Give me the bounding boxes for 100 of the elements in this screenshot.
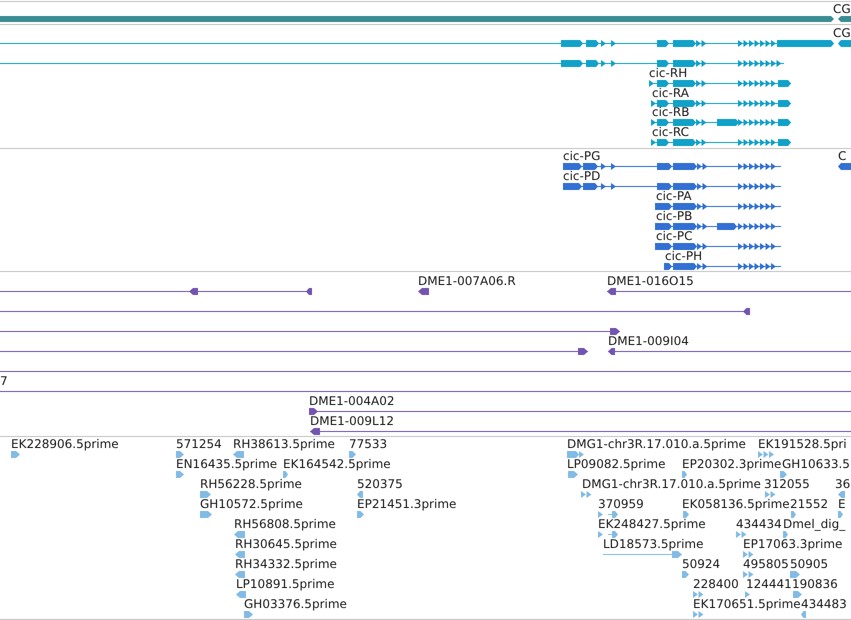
clone-feature[interactable] — [0, 328, 620, 335]
clone-feature[interactable] — [0, 368, 851, 375]
est-feature[interactable] — [743, 571, 756, 578]
transcript-feature[interactable] — [651, 139, 791, 146]
est-feature[interactable] — [736, 531, 748, 538]
est-feature[interactable] — [603, 551, 682, 558]
est-feature[interactable] — [682, 571, 689, 578]
feature-label: 21552 — [790, 497, 828, 511]
feature-label: DME1-007A06.R — [418, 274, 516, 288]
feature-label: EP21451.3prime — [357, 497, 456, 511]
protein-feature[interactable] — [838, 163, 851, 170]
feature-label: 370959 — [598, 497, 644, 511]
clone-feature[interactable] — [0, 348, 588, 355]
feature-label: DME1-004A02 — [309, 394, 395, 408]
feature-label: LP10891.5prime — [236, 577, 335, 591]
est-feature[interactable] — [581, 491, 593, 498]
clone-feature[interactable] — [309, 408, 851, 415]
est-feature[interactable] — [780, 471, 787, 478]
feature-label: DMG1-chr3R.17.010.a.5prime — [582, 477, 761, 491]
clone-feature[interactable] — [607, 288, 851, 295]
feature-label: EK058136.5prime — [682, 497, 790, 511]
est-feature[interactable] — [176, 471, 184, 478]
protein-feature[interactable] — [664, 263, 781, 270]
est-feature[interactable] — [200, 511, 212, 518]
est-feature[interactable] — [233, 451, 244, 458]
est-feature[interactable] — [244, 611, 253, 618]
protein-feature[interactable] — [563, 183, 781, 190]
feature-label: EN16435.5prime — [176, 457, 278, 471]
protein-feature[interactable] — [563, 163, 781, 170]
est-feature[interactable] — [349, 451, 356, 458]
gene-feature[interactable] — [838, 16, 851, 22]
clone-feature[interactable] — [0, 308, 750, 315]
feature-label: cic-PG — [563, 149, 600, 163]
est-feature[interactable] — [683, 511, 689, 518]
est-feature[interactable] — [598, 511, 618, 518]
feature-label: LD18573.5prime — [603, 537, 704, 551]
clone-feature[interactable] — [0, 388, 851, 395]
feature-label: cic-RH — [649, 66, 688, 80]
est-feature[interactable] — [11, 451, 20, 458]
est-feature[interactable] — [758, 451, 776, 458]
feature-label: 495805 — [743, 557, 789, 571]
feature-label: DME1-009I04 — [608, 334, 689, 348]
transcript-feature[interactable] — [651, 100, 791, 107]
clone-feature[interactable] — [608, 348, 851, 355]
est-feature[interactable] — [838, 491, 845, 498]
feature-label: RH30645.5prime — [235, 537, 337, 551]
clone-feature[interactable] — [310, 428, 851, 435]
est-feature[interactable] — [235, 551, 245, 558]
feature-label: RH56228.5prime — [200, 477, 302, 491]
est-feature[interactable] — [235, 571, 245, 578]
feature-label: cic-PC — [656, 229, 692, 243]
protein-feature[interactable] — [655, 223, 781, 230]
feature-label: DME1-009L12 — [310, 414, 394, 428]
est-feature[interactable] — [682, 471, 687, 478]
feature-label: 520375 — [357, 477, 403, 491]
est-feature[interactable] — [790, 571, 800, 578]
est-feature[interactable] — [283, 471, 288, 478]
feature-label: 7 — [0, 374, 8, 388]
transcript-feature[interactable] — [0, 40, 834, 47]
feature-label: EK170651.5prime — [693, 597, 801, 611]
feature-label: 434483 — [801, 597, 847, 611]
est-feature[interactable] — [838, 511, 843, 518]
est-feature[interactable] — [200, 491, 211, 498]
est-feature[interactable] — [793, 591, 802, 598]
feature-label: 312055 — [764, 477, 810, 491]
feature-label: EK228906.5prime — [11, 437, 119, 451]
feature-label: cic-PA — [656, 189, 692, 203]
protein-feature[interactable] — [655, 243, 781, 250]
feature-label: cic-RA — [652, 86, 689, 100]
est-feature[interactable] — [801, 611, 806, 618]
est-feature[interactable] — [357, 491, 363, 498]
est-feature[interactable] — [791, 511, 796, 518]
feature-label: 50924 — [682, 557, 720, 571]
est-feature[interactable] — [176, 451, 184, 458]
est-feature[interactable] — [783, 531, 788, 538]
clone-feature[interactable] — [0, 288, 312, 295]
est-feature[interactable] — [765, 491, 776, 498]
feature-label: C — [838, 149, 846, 163]
est-feature[interactable] — [234, 531, 245, 538]
est-feature[interactable] — [743, 551, 754, 558]
transcript-feature[interactable] — [0, 60, 784, 67]
feature-label: CG — [833, 2, 851, 16]
est-feature[interactable] — [568, 471, 578, 478]
transcript-feature[interactable] — [651, 119, 791, 126]
est-feature[interactable] — [236, 591, 246, 598]
protein-feature[interactable] — [655, 203, 781, 210]
feature-label: DME1-016O15 — [607, 274, 694, 288]
transcript-feature[interactable] — [838, 40, 851, 47]
feature-label: CG — [833, 26, 851, 40]
feature-label: 228400 — [693, 577, 739, 591]
est-feature[interactable] — [598, 531, 618, 538]
est-feature[interactable] — [693, 611, 706, 618]
est-feature[interactable] — [357, 511, 364, 518]
feature-label: EP20302.3prime — [682, 457, 782, 471]
transcript-feature[interactable] — [649, 80, 791, 87]
est-feature[interactable] — [693, 591, 706, 598]
feature-label: E — [838, 497, 846, 511]
feature-label: EP17063.3prime — [743, 537, 842, 551]
clone-feature[interactable] — [418, 288, 429, 295]
feature-label: LP09082.5prime — [567, 457, 666, 471]
